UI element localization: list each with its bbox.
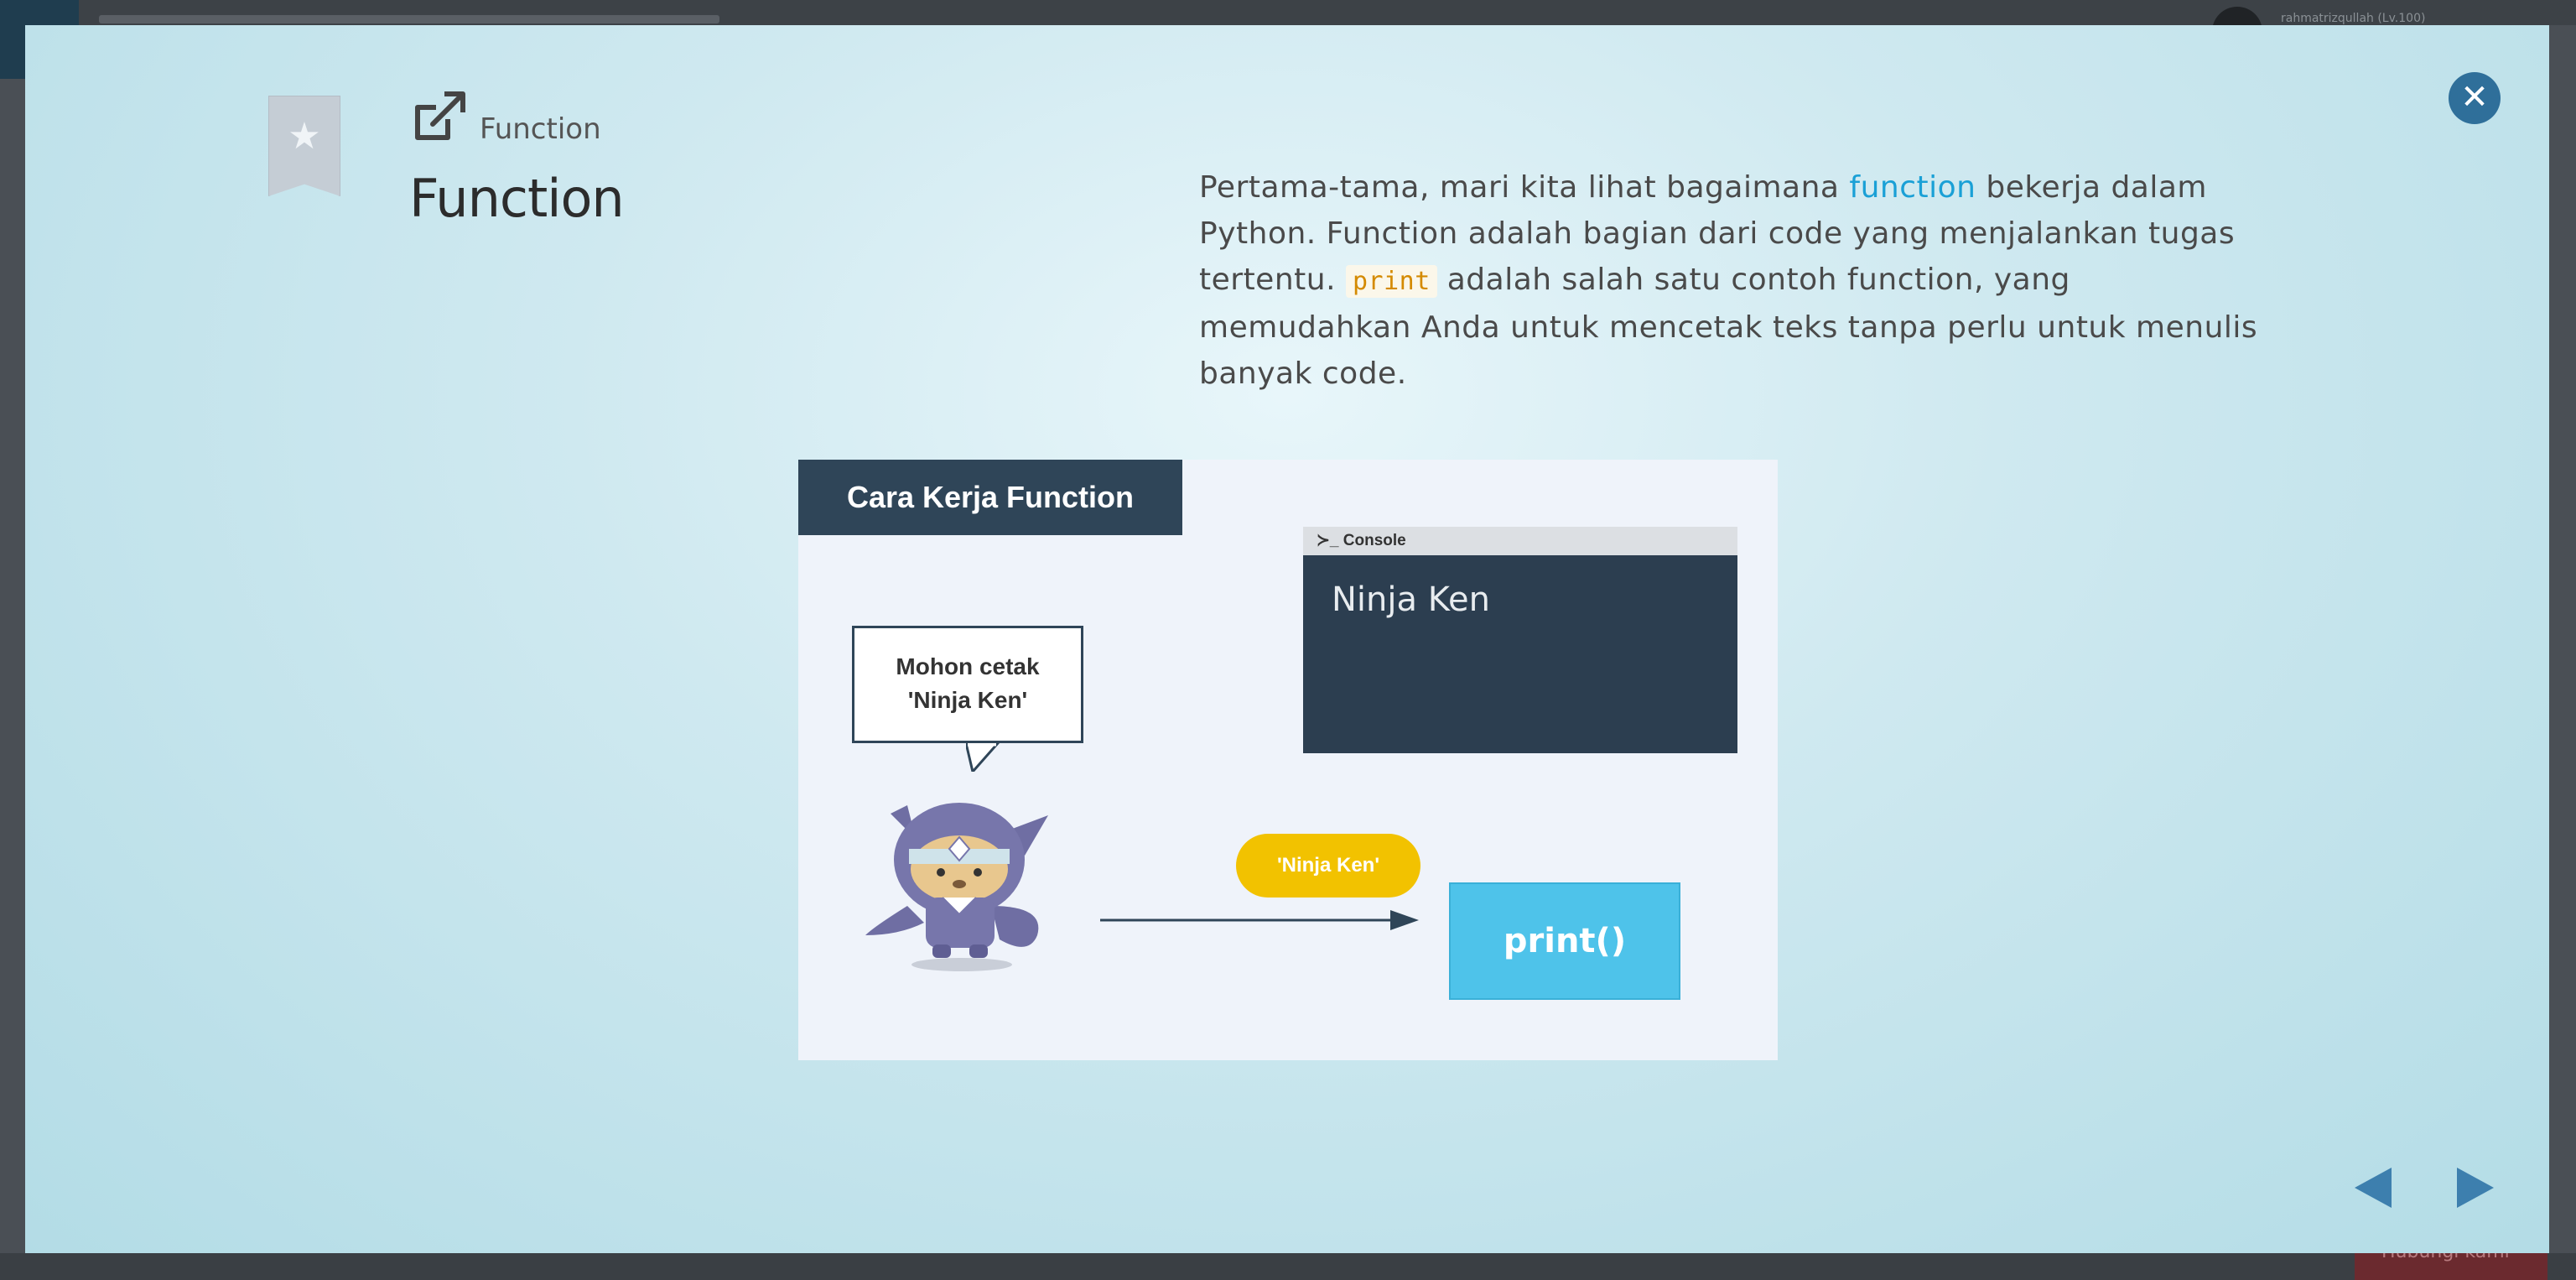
- triangle-left-icon: [2355, 1168, 2392, 1208]
- user-label: rahmatrizqullah (Lv.100): [2281, 12, 2426, 25]
- background-bottom-bar: [0, 1253, 2576, 1280]
- function-illustration: Cara Kerja Function ≻_ Console Ninja Ken…: [798, 460, 1778, 1060]
- flow-arrow: [1100, 910, 1419, 930]
- previous-slide-button[interactable]: [2355, 1168, 2392, 1208]
- console-output: Ninja Ken: [1332, 580, 1490, 619]
- slide-description: Pertama-tama, mari kita lihat bagaimana …: [1199, 164, 2289, 397]
- argument-pill: 'Ninja Ken': [1236, 834, 1420, 898]
- terminal-prompt-icon: ≻_: [1317, 532, 1339, 549]
- illustration-header: Cara Kerja Function: [798, 460, 1182, 535]
- speech-line-2: 'Ninja Ken': [907, 687, 1028, 713]
- close-button[interactable]: ✕: [2449, 72, 2501, 124]
- bookmark-button[interactable]: ★: [268, 96, 340, 196]
- next-slide-button[interactable]: [2457, 1168, 2494, 1208]
- close-icon: ✕: [2460, 78, 2489, 117]
- triangle-right-icon: [2457, 1168, 2494, 1208]
- speech-line-1: Mohon cetak: [896, 653, 1040, 679]
- description-text-1: Pertama-tama, mari kita lihat bagaimana: [1199, 170, 1850, 205]
- speech-bubble-tail: [966, 743, 1000, 772]
- console-panel: ≻_ Console Ninja Ken: [1303, 527, 1737, 753]
- breadcrumb: Function: [480, 112, 601, 146]
- slide-modal: ★ Function Function ✕ Pertama-tama, mari…: [25, 25, 2549, 1253]
- console-label: Console: [1343, 532, 1406, 549]
- speech-bubble: Mohon cetak 'Ninja Ken': [852, 626, 1083, 743]
- external-link-icon[interactable]: [411, 91, 471, 144]
- console-titlebar: ≻_ Console: [1303, 527, 1737, 555]
- page-title: Function: [409, 168, 625, 229]
- ninja-character-illustration: [865, 803, 1048, 971]
- background-search-bar: [99, 15, 719, 23]
- star-icon: ★: [288, 115, 321, 158]
- inline-code-print: print: [1345, 265, 1437, 298]
- function-keyword: function: [1849, 170, 1976, 205]
- print-function-box: print(): [1449, 882, 1680, 1000]
